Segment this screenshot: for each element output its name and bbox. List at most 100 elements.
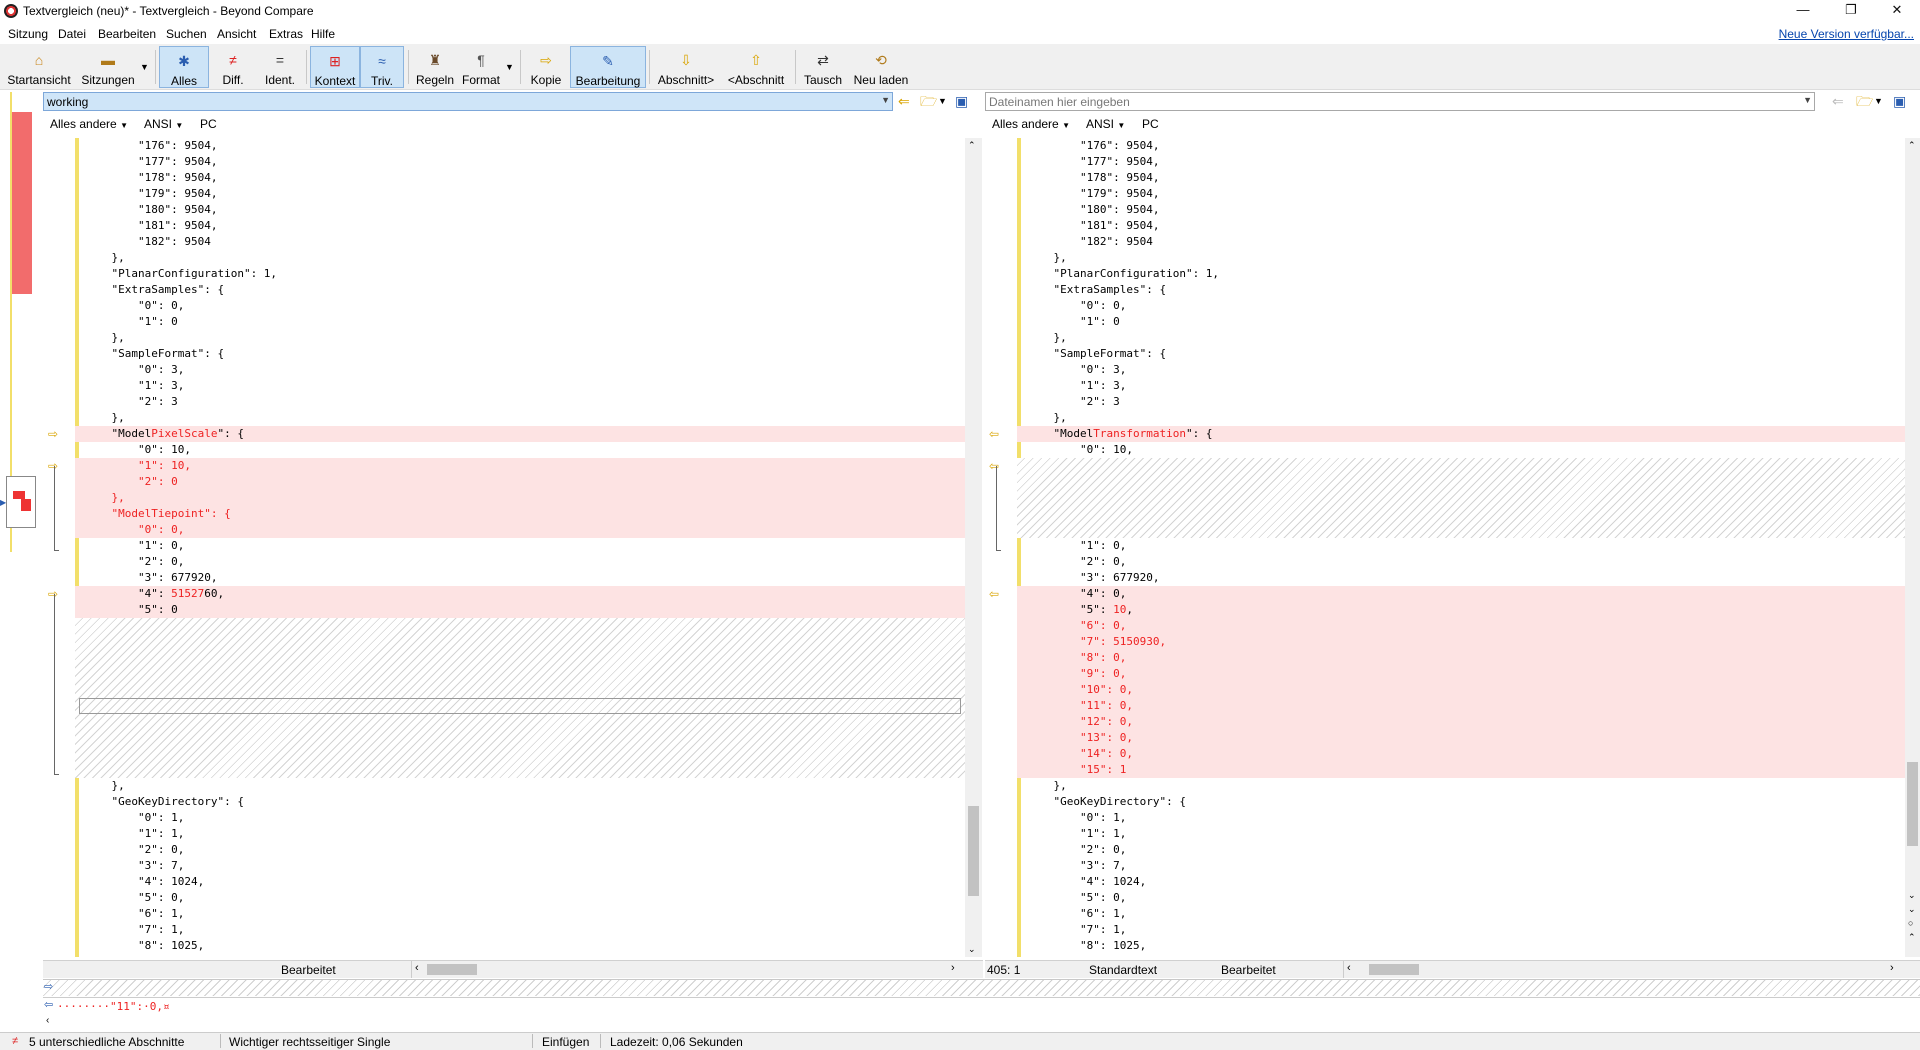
code-line[interactable]: "176": 9504, xyxy=(75,138,965,154)
code-line[interactable]: "2": 0, xyxy=(1017,842,1905,858)
code-line[interactable]: "2": 0, xyxy=(75,554,965,570)
diff-line[interactable]: "4": 0, xyxy=(1017,586,1905,602)
code-line[interactable]: "0": 10, xyxy=(75,442,965,458)
swap-direction-icon[interactable]: ⇨ xyxy=(44,980,53,993)
chevron-down-icon[interactable]: ▼ xyxy=(140,62,149,72)
menu-sitzung[interactable]: Sitzung xyxy=(8,27,48,41)
diff-line[interactable]: "12": 0, xyxy=(1017,714,1905,730)
swap-direction-icon[interactable]: ⇦ xyxy=(44,998,53,1011)
code-line[interactable]: "2": 3 xyxy=(1017,394,1905,410)
diff-line[interactable]: "2": 0 xyxy=(75,474,965,490)
code-line[interactable]: "2": 0, xyxy=(75,842,965,858)
scroll-right-icon[interactable]: › xyxy=(1890,962,1894,974)
code-line[interactable]: "178": 9504, xyxy=(1017,170,1905,186)
diff-line[interactable]: "ModelTransformation": { xyxy=(1017,426,1905,442)
code-line[interactable]: "0": 1, xyxy=(75,810,965,826)
copy-arrow-icon[interactable]: ⇨ xyxy=(48,427,58,441)
code-line[interactable]: "1": 0 xyxy=(75,314,965,330)
diff-line[interactable]: "5": 0 xyxy=(75,602,965,618)
code-line[interactable]: "PlanarConfiguration": 1, xyxy=(75,266,965,282)
diff-line[interactable]: "ModelTiepoint": { xyxy=(75,506,965,522)
code-line[interactable]: "1": 0, xyxy=(1017,538,1905,554)
scroll-up-icon[interactable]: ⌃ xyxy=(968,140,976,151)
scrollbar-thumb[interactable] xyxy=(1907,762,1918,846)
code-line[interactable]: "1": 1, xyxy=(1017,826,1905,842)
diff-line[interactable]: "7": 5150930, xyxy=(1017,634,1905,650)
code-line[interactable]: "1": 0, xyxy=(75,538,965,554)
code-line[interactable]: "176": 9504, xyxy=(1017,138,1905,154)
code-line[interactable]: }, xyxy=(75,250,965,266)
copy-arrow-icon[interactable]: ⇦ xyxy=(989,459,999,473)
code-line[interactable]: "1": 3, xyxy=(75,378,965,394)
scroll-down-icon[interactable]: ⌄ xyxy=(1908,890,1916,901)
code-line[interactable]: "GeoKeyDirectory": { xyxy=(1017,794,1905,810)
next-diff-icon[interactable]: ⌄ xyxy=(1908,904,1916,915)
code-line[interactable]: "3": 677920, xyxy=(75,570,965,586)
code-line[interactable]: "5": 0, xyxy=(75,890,965,906)
code-line[interactable]: "181": 9504, xyxy=(1017,218,1905,234)
chevron-down-icon[interactable]: ▼ xyxy=(1803,95,1812,105)
code-line[interactable]: "1": 0 xyxy=(1017,314,1905,330)
menu-datei[interactable]: Datei xyxy=(58,27,86,41)
right-encoding-dropdown[interactable]: ANSI ▼ xyxy=(1086,117,1125,131)
right-path-input[interactable]: Dateinamen hier eingeben ▼ xyxy=(985,92,1815,111)
code-line[interactable]: "0": 10, xyxy=(1017,442,1905,458)
code-line[interactable]: "6": 1, xyxy=(75,906,965,922)
menu-hilfe[interactable]: Hilfe xyxy=(311,27,335,41)
code-line[interactable]: "6": 1, xyxy=(1017,906,1905,922)
left-encoding-dropdown[interactable]: ANSI ▼ xyxy=(144,117,183,131)
chevron-down-icon[interactable]: ▼ xyxy=(881,95,890,105)
code-line[interactable]: "179": 9504, xyxy=(75,186,965,202)
open-recent-icon[interactable]: ⇐ xyxy=(898,93,910,109)
code-line[interactable]: "0": 0, xyxy=(75,298,965,314)
diff-line[interactable]: "4": 5152760, xyxy=(75,586,965,602)
diff-line[interactable]: "13": 0, xyxy=(1017,730,1905,746)
code-line[interactable]: "PlanarConfiguration": 1, xyxy=(1017,266,1905,282)
scroll-up-icon[interactable]: ⌃ xyxy=(1908,140,1916,151)
code-line[interactable]: "3": 7, xyxy=(1017,858,1905,874)
diff-line[interactable]: "1": 10, xyxy=(75,458,965,474)
next-section-button[interactable]: ⇩ Abschnitt> xyxy=(653,46,719,88)
code-line[interactable]: "8": 1025, xyxy=(1017,938,1905,954)
code-line[interactable]: "180": 9504, xyxy=(1017,202,1905,218)
code-line[interactable]: "4": 1024, xyxy=(75,874,965,890)
code-line[interactable]: "177": 9504, xyxy=(1017,154,1905,170)
kopie-button[interactable]: ⇨ Kopie xyxy=(524,46,568,88)
code-line[interactable]: "2": 0, xyxy=(1017,554,1905,570)
regeln-button[interactable]: ♜ Regeln xyxy=(412,46,458,88)
code-line[interactable]: "179": 9504, xyxy=(1017,186,1905,202)
minimize-button[interactable]: — xyxy=(1780,0,1826,22)
sitzungen-button[interactable]: ▬ Sitzungen xyxy=(78,46,138,88)
code-line[interactable]: "5": 0, xyxy=(1017,890,1905,906)
code-line[interactable]: }, xyxy=(1017,410,1905,426)
code-line[interactable]: }, xyxy=(75,330,965,346)
code-line[interactable]: "180": 9504, xyxy=(75,202,965,218)
kontext-button[interactable]: ⊞ Kontext xyxy=(310,46,360,88)
code-line[interactable]: "0": 0, xyxy=(1017,298,1905,314)
diff-line[interactable]: "15": 1 xyxy=(1017,762,1905,778)
overview-strip[interactable]: ▶ xyxy=(0,92,40,958)
diff-line[interactable]: "8": 0, xyxy=(1017,650,1905,666)
chevron-down-icon[interactable]: ▼ xyxy=(1874,93,1883,109)
code-line[interactable]: "ExtraSamples": { xyxy=(75,282,965,298)
save-icon[interactable]: ▣ xyxy=(1893,93,1906,109)
menu-bearbeiten[interactable]: Bearbeiten xyxy=(98,27,156,41)
code-line[interactable]: }, xyxy=(75,778,965,794)
code-line[interactable]: "3": 7, xyxy=(75,858,965,874)
scroll-left-icon[interactable]: ‹ xyxy=(46,1015,49,1026)
code-line[interactable]: "181": 9504, xyxy=(75,218,965,234)
triv-button[interactable]: ≈ Triv. xyxy=(360,46,404,88)
diff-line[interactable]: "10": 0, xyxy=(1017,682,1905,698)
scroll-right-icon[interactable]: › xyxy=(951,962,955,974)
code-line[interactable]: "4": 1024, xyxy=(1017,874,1905,890)
code-line[interactable]: }, xyxy=(1017,250,1905,266)
overview-viewport[interactable] xyxy=(6,476,36,528)
left-gutter[interactable]: ⇨ ⇨ ⇨ xyxy=(43,138,75,957)
diff-line[interactable]: }, xyxy=(75,490,965,506)
restore-button[interactable]: ❐ xyxy=(1828,0,1874,22)
menu-ansicht[interactable]: Ansicht xyxy=(217,27,256,41)
right-vertical-scrollbar[interactable]: ⌃ ⌄ ⌄ ○ ⌃ xyxy=(1905,138,1920,957)
diff-line[interactable]: "ModelPixelScale": { xyxy=(75,426,965,442)
code-line[interactable]: }, xyxy=(75,410,965,426)
left-vertical-scrollbar[interactable]: ⌃ ⌄ xyxy=(965,138,982,957)
